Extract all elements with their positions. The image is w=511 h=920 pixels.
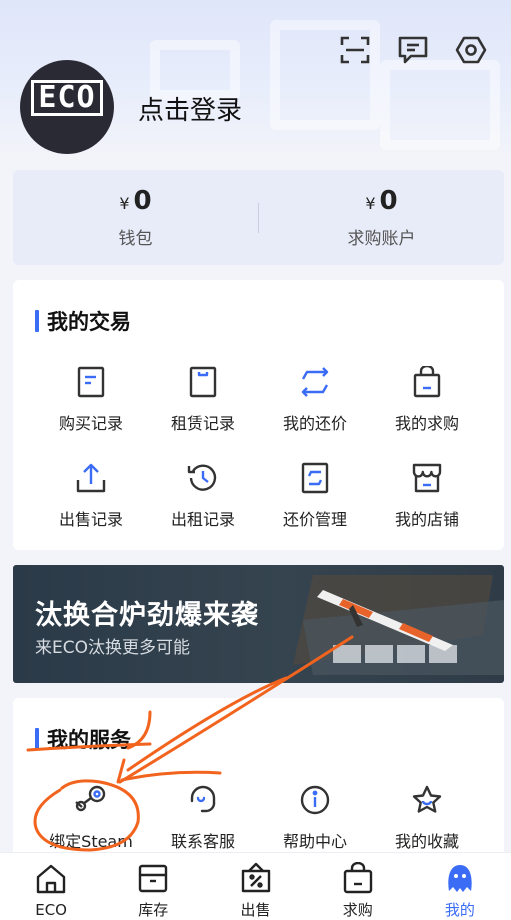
- tab-label: ECO: [35, 901, 67, 919]
- tab-label: 求购: [342, 901, 373, 919]
- avatar-logo-text: ECO: [31, 80, 103, 116]
- buy-icon: [340, 861, 376, 895]
- tab-label: 出售: [240, 901, 271, 919]
- counter-offer-item[interactable]: 我的还价: [259, 364, 371, 460]
- item-label: 出租记录: [170, 510, 235, 529]
- star-icon: [409, 782, 445, 818]
- section-title-my-trades: 我的交易: [35, 306, 131, 336]
- bottom-tab-bar: ECO 库存 出售 求购 我的: [0, 852, 511, 920]
- customer-service-icon: [185, 782, 221, 818]
- item-label: 我的还价: [282, 414, 347, 433]
- store-item[interactable]: 我的店铺: [371, 460, 483, 556]
- avatar[interactable]: ECO: [20, 60, 114, 154]
- rent-out-record-icon: [185, 460, 221, 496]
- buy-request-item[interactable]: 我的求购: [371, 364, 483, 460]
- rent-out-record-item[interactable]: 出租记录: [147, 460, 259, 556]
- home-icon: [33, 861, 69, 897]
- buy-request-icon: [409, 364, 445, 400]
- purchase-record-icon: [73, 364, 109, 400]
- section-title-my-services: 我的服务: [35, 724, 131, 754]
- buy-request-account[interactable]: ¥ 0 求购账户: [259, 186, 504, 249]
- profile-icon: [442, 861, 478, 895]
- item-label: 联系客服: [170, 832, 235, 851]
- sell-icon: [238, 861, 274, 895]
- sale-record-item[interactable]: 出售记录: [35, 460, 147, 556]
- tab-profile[interactable]: 我的: [409, 853, 511, 920]
- wallet-card: ¥ 0 钱包 ¥ 0 求购账户: [13, 170, 504, 265]
- promo-banner[interactable]: 汰换合炉劲爆来袭 来ECO汰换更多可能: [13, 565, 504, 683]
- lease-record-icon: [185, 364, 221, 400]
- message-icon[interactable]: [395, 32, 431, 68]
- purchase-record-item[interactable]: 购买记录: [35, 364, 147, 460]
- counter-offer-icon: [297, 364, 333, 400]
- login-link[interactable]: 点击登录: [138, 90, 242, 127]
- lease-record-item[interactable]: 租赁记录: [147, 364, 259, 460]
- tab-sell[interactable]: 出售: [204, 853, 306, 920]
- top-toolbar: [337, 32, 489, 68]
- tab-label: 库存: [138, 901, 169, 919]
- settings-icon[interactable]: [453, 32, 489, 68]
- wallet-amount: 0: [133, 186, 152, 216]
- steam-icon: [73, 782, 109, 818]
- currency-symbol: ¥: [365, 194, 376, 213]
- offer-management-icon: [297, 460, 333, 496]
- banner-subtitle: 来ECO汰换更多可能: [35, 638, 190, 658]
- wallet-label: 钱包: [118, 229, 153, 249]
- tab-inventory[interactable]: 库存: [102, 853, 204, 920]
- item-label: 我的收藏: [394, 832, 459, 851]
- tab-eco[interactable]: ECO: [0, 853, 102, 920]
- item-label: 我的求购: [394, 414, 459, 433]
- tab-buy[interactable]: 求购: [307, 853, 409, 920]
- scan-icon[interactable]: [337, 32, 373, 68]
- currency-symbol: ¥: [119, 194, 130, 213]
- tab-label: 我的: [444, 901, 475, 919]
- my-services-card: 我的服务 绑定Steam 联系客服 帮助中心 我的收藏: [13, 698, 504, 858]
- my-trades-card: 我的交易 购买记录 租赁记录 我的还价 我的求购 出售记录 出租记录 还价管理 …: [13, 280, 504, 550]
- wallet-balance[interactable]: ¥ 0 钱包: [13, 186, 258, 249]
- buy-account-amount: 0: [379, 186, 398, 216]
- banner-title: 汰换合炉劲爆来袭: [35, 600, 259, 631]
- info-icon: [297, 782, 333, 818]
- inventory-icon: [135, 861, 171, 895]
- my-trades-grid: 购买记录 租赁记录 我的还价 我的求购 出售记录 出租记录 还价管理 我的店铺: [35, 364, 504, 556]
- offer-management-item[interactable]: 还价管理: [259, 460, 371, 556]
- item-label: 购买记录: [58, 414, 123, 433]
- item-label: 出售记录: [58, 510, 123, 529]
- sale-record-icon: [73, 460, 109, 496]
- item-label: 我的店铺: [394, 510, 459, 529]
- item-label: 租赁记录: [170, 414, 235, 433]
- item-label: 绑定Steam: [49, 832, 133, 851]
- item-label: 还价管理: [282, 510, 347, 529]
- buy-account-label: 求购账户: [347, 229, 416, 249]
- store-icon: [409, 460, 445, 496]
- item-label: 帮助中心: [282, 832, 347, 851]
